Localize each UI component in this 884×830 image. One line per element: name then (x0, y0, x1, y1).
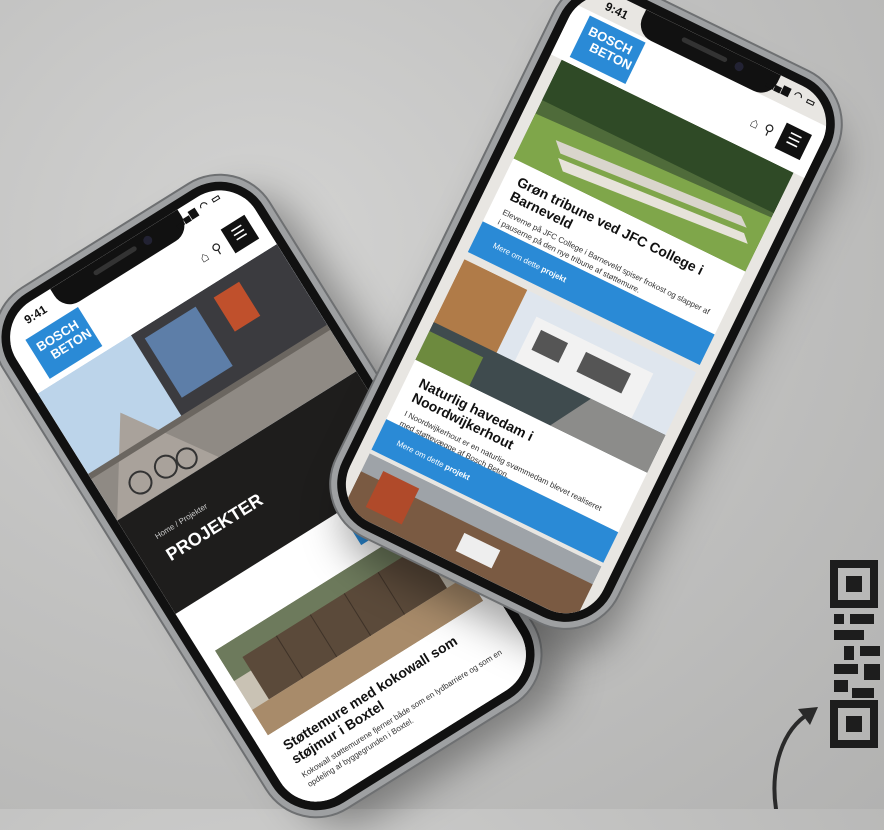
more-link: projekt (539, 264, 568, 285)
menu-icon[interactable]: ☰ (774, 122, 812, 161)
search-icon[interactable]: ⚲ (208, 239, 225, 258)
phone-right-screen: 9:41 ▂▄▆ ◠ ▭ BOSCH BETON ⌂⚲ ☰ Grøn tribu… (331, 0, 841, 628)
home-icon[interactable]: ⌂ (748, 114, 763, 132)
more-link: projekt (443, 462, 472, 483)
search-icon[interactable]: ⚲ (761, 120, 777, 139)
home-icon[interactable]: ⌂ (196, 248, 212, 266)
curved-arrow-icon (772, 707, 818, 809)
qr-code (830, 560, 880, 748)
phone-right: 9:41 ▂▄▆ ◠ ▭ BOSCH BETON ⌂⚲ ☰ Grøn tribu… (319, 0, 853, 640)
more-prefix: Mere om dette (395, 438, 446, 470)
more-prefix: Mere om dette (491, 240, 542, 272)
menu-icon[interactable]: ☰ (220, 214, 260, 254)
